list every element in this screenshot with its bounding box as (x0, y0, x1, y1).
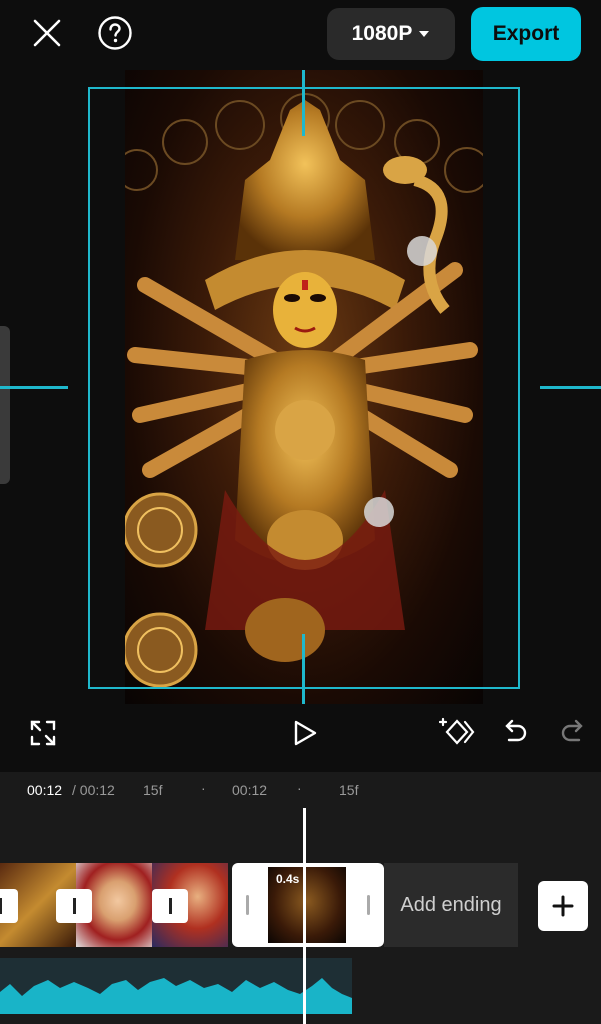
ruler-dot: · (297, 780, 302, 796)
close-icon (33, 19, 61, 47)
keyframe-icon (439, 717, 475, 745)
guide-line-right (540, 386, 601, 389)
audio-waveform (0, 978, 352, 1014)
top-bar: 1080P Export (0, 0, 601, 68)
transition-marker[interactable] (152, 889, 188, 923)
fullscreen-button[interactable] (26, 716, 60, 750)
transition-marker[interactable] (56, 889, 92, 923)
add-ending-button[interactable]: Add ending (384, 863, 518, 947)
guide-line-top (302, 70, 305, 136)
ruler-tick-label: 00:12 (232, 782, 268, 798)
redo-icon (561, 719, 583, 742)
resolution-label: 1080P (351, 22, 413, 45)
close-button[interactable] (28, 14, 66, 52)
current-time: 00:12 (27, 782, 63, 798)
transition-marker[interactable] (0, 889, 18, 923)
video-track[interactable] (0, 863, 228, 947)
ruler-dot: · (201, 780, 206, 796)
trim-handle-right[interactable] (367, 895, 370, 915)
trim-handle-left[interactable] (246, 895, 249, 915)
redo-button[interactable] (558, 716, 590, 748)
selection-box[interactable] (88, 87, 520, 689)
side-drawer-handle[interactable] (0, 326, 10, 484)
total-time: / 00:12 (72, 782, 115, 798)
audio-track[interactable] (0, 958, 352, 1014)
guide-line-bottom (302, 634, 305, 704)
fullscreen-icon (30, 720, 56, 746)
resolution-dropdown[interactable]: 1080P (327, 8, 455, 60)
undo-button[interactable] (498, 716, 530, 748)
add-clip-button[interactable] (538, 881, 588, 931)
guide-line-left (0, 386, 68, 389)
ruler-tick-label: 15f (143, 782, 163, 798)
plus-icon (552, 895, 574, 917)
clip-duration: 0.4s (276, 872, 300, 886)
play-button[interactable] (288, 716, 322, 750)
play-icon (294, 720, 317, 746)
undo-icon (505, 719, 527, 742)
time-ruler[interactable]: 00:12 / 00:12 15f · 00:12 · 15f (0, 772, 601, 808)
export-button[interactable]: Export (471, 7, 581, 61)
selected-clip[interactable] (232, 863, 384, 947)
ruler-tick-label: 15f (339, 782, 359, 798)
help-button[interactable] (96, 14, 134, 52)
scale-handle[interactable] (364, 497, 394, 527)
keyframe-button[interactable] (437, 712, 477, 752)
caret-down-icon (419, 31, 430, 37)
playback-controls (0, 704, 601, 772)
help-icon (98, 16, 132, 50)
rotate-handle[interactable] (407, 236, 437, 266)
playhead[interactable] (303, 808, 306, 1024)
